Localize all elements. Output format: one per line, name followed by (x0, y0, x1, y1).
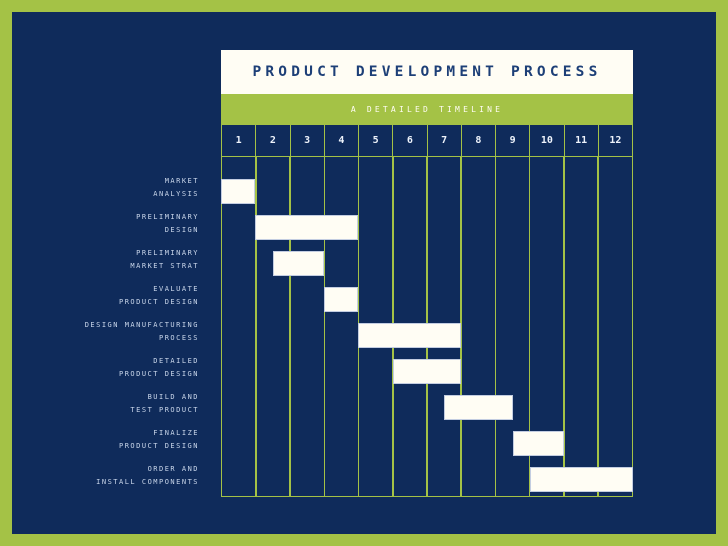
gantt-bar[interactable] (530, 467, 633, 492)
grid-bottom-rule (221, 495, 633, 497)
month-header-cell: 6 (392, 124, 428, 157)
grid-column (289, 157, 326, 497)
task-label-line: TEST PRODUCT (130, 405, 199, 414)
task-label-line: INSTALL COMPONENTS (96, 477, 199, 486)
month-header-cell: 1 (221, 124, 257, 157)
subtitle-band: A DETAILED TIMELINE (221, 94, 633, 124)
task-label: DETAILED PRODUCT DESIGN (9, 355, 199, 380)
gantt-bar[interactable] (272, 251, 324, 276)
month-header-cell: 11 (563, 124, 599, 157)
month-header-cell: 7 (426, 124, 462, 157)
gantt-bar[interactable] (221, 179, 256, 204)
task-label: FINALIZE PRODUCT DESIGN (9, 427, 199, 452)
grid-column (597, 157, 633, 497)
grid-column (323, 157, 360, 497)
month-header-cell: 9 (495, 124, 531, 157)
task-label-line: DETAILED (153, 357, 199, 365)
month-header-cell: 10 (529, 124, 565, 157)
task-label-line: PRODUCT DESIGN (118, 369, 199, 378)
task-label: BUILD AND TEST PRODUCT (9, 391, 199, 416)
task-label: MARKET ANALYSIS (9, 175, 199, 200)
month-header-cell: 12 (597, 124, 633, 157)
task-label-line: BUILD AND (147, 393, 199, 401)
task-label-line: PRELIMINARY (136, 213, 199, 221)
task-label-line: PROCESS (158, 333, 199, 342)
task-label-line: PRELIMINARY (136, 249, 199, 257)
task-label-line: EVALUATE (153, 285, 199, 293)
task-label-line: ANALYSIS (153, 189, 199, 198)
gantt-bar[interactable] (444, 395, 513, 420)
month-header-cell: 8 (460, 124, 496, 157)
gantt-plot-area (221, 157, 633, 497)
grid-column (563, 157, 599, 497)
gantt-bar[interactable] (392, 359, 462, 384)
task-label-line: PRODUCT DESIGN (118, 441, 199, 450)
task-label-column: MARKET ANALYSIS PRELIMINARY DESIGN PRELIMINA… (12, 157, 212, 497)
month-header-cell: 2 (255, 124, 291, 157)
task-label: DESIGN MANUFACTURING PROCESS (9, 319, 199, 344)
gantt-bar[interactable] (255, 215, 359, 240)
task-label: PRELIMINARY MARKET STRAT (9, 247, 199, 272)
task-label-line: ORDER AND (147, 465, 199, 473)
task-label: PRELIMINARY DESIGN (9, 211, 199, 236)
month-header-cell: 3 (289, 124, 325, 157)
gantt-bar[interactable] (358, 323, 462, 348)
task-label-line: MARKET STRAT (130, 261, 199, 270)
task-label-line: DESIGN MANUFACTURING (84, 321, 199, 329)
gantt-bar[interactable] (324, 287, 359, 312)
grid-column (221, 157, 257, 497)
page-title: PRODUCT DEVELOPMENT PROCESS (252, 64, 602, 80)
grid-column (255, 157, 291, 497)
month-header-cell: 4 (323, 124, 359, 157)
task-label-line: PRODUCT DESIGN (118, 297, 199, 306)
month-header-cell: 5 (358, 124, 394, 157)
task-label: ORDER AND INSTALL COMPONENTS (9, 463, 199, 488)
task-label-line: MARKET (164, 177, 199, 185)
poster-frame: PRODUCT DEVELOPMENT PROCESS A DETAILED T… (12, 12, 716, 534)
task-label-line: FINALIZE (153, 429, 199, 437)
gantt-bar[interactable] (512, 431, 565, 456)
page-subtitle: A DETAILED TIMELINE (350, 104, 504, 114)
grid-column (460, 157, 497, 497)
task-label: EVALUATE PRODUCT DESIGN (9, 283, 199, 308)
task-label-line: DESIGN (164, 225, 199, 234)
month-header-row: 1 2 3 4 5 6 7 8 9 10 11 12 (221, 124, 633, 157)
title-band: PRODUCT DEVELOPMENT PROCESS (221, 50, 633, 94)
